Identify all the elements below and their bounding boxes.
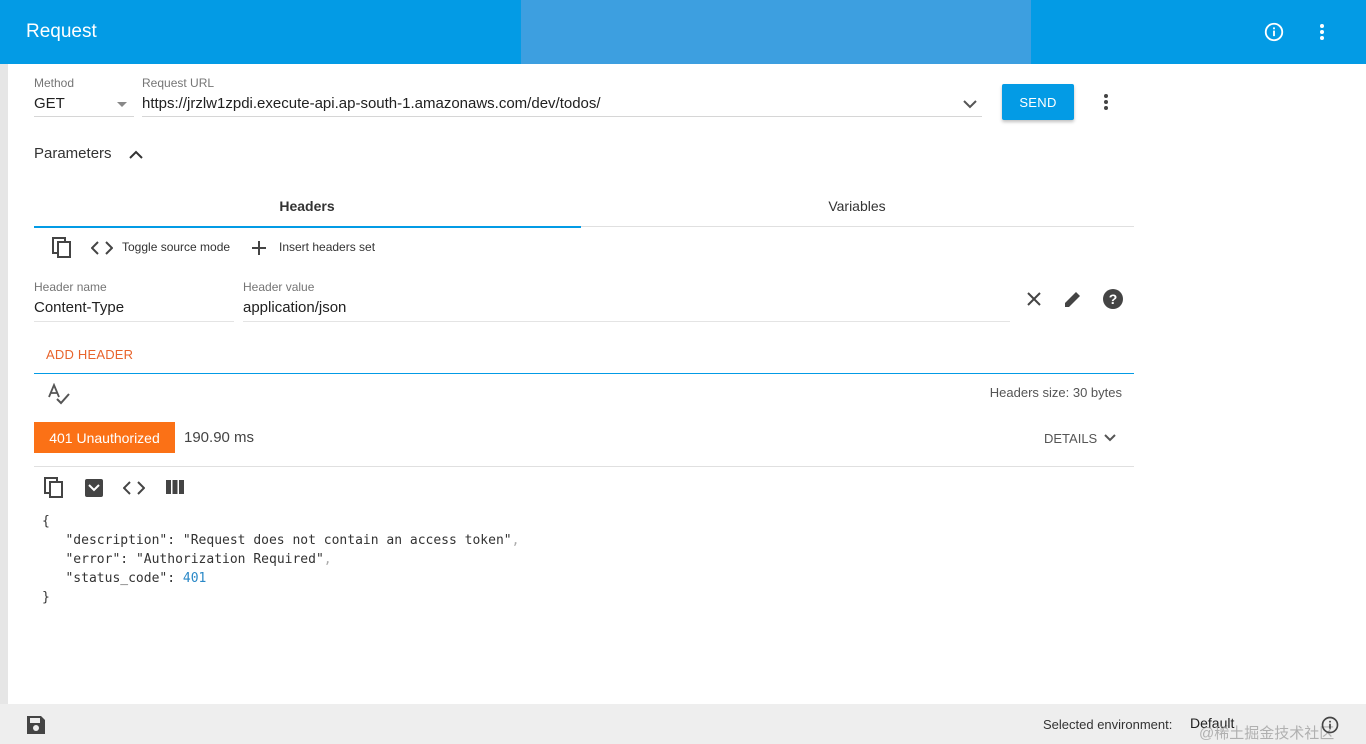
- code-icon[interactable]: [90, 238, 114, 258]
- url-underline: [142, 116, 982, 117]
- close-icon[interactable]: [1023, 288, 1045, 310]
- header-name-label: Header name: [34, 280, 107, 294]
- columns-icon[interactable]: [163, 477, 187, 497]
- plus-icon[interactable]: [249, 238, 269, 258]
- dropdown-arrow-icon[interactable]: [116, 99, 128, 111]
- env-label: Selected environment:: [1043, 717, 1173, 732]
- header-value-label: Header value: [243, 280, 315, 294]
- headers-size: Headers size: 30 bytes: [989, 385, 1122, 400]
- tab-headers[interactable]: Headers: [34, 186, 580, 226]
- header-name-underline: [34, 321, 234, 322]
- response-time: 190.90 ms: [184, 429, 255, 446]
- json-string: "Authorization Required": [135, 552, 324, 567]
- method-label: Method: [34, 76, 75, 90]
- details-chevron-down-icon[interactable]: [1102, 431, 1118, 445]
- header-value-underline: [243, 321, 1010, 322]
- save-icon[interactable]: [25, 714, 47, 736]
- footer-info-icon[interactable]: [1319, 714, 1341, 736]
- json-key: "description": [65, 533, 168, 548]
- send-button[interactable]: SEND: [1002, 84, 1074, 120]
- toggle-source-mode-button[interactable]: Toggle source mode: [122, 240, 230, 254]
- left-scroll-edge: [0, 64, 8, 704]
- json-number: 401: [182, 571, 207, 586]
- app-bar-highlight: [521, 0, 1031, 64]
- tab-variables[interactable]: Variables: [580, 186, 1134, 226]
- parameters-toggle[interactable]: Parameters: [34, 145, 112, 162]
- info-circle-icon[interactable]: [1262, 20, 1286, 44]
- response-body: { "description": "Request does not conta…: [42, 514, 520, 605]
- method-select[interactable]: GET: [34, 95, 65, 112]
- header-name-input[interactable]: Content-Type: [34, 299, 124, 316]
- response-code-icon[interactable]: [122, 478, 146, 498]
- response-divider: [34, 466, 1134, 467]
- footer-bar: Selected environment: Default @稀土掘金技术社区: [0, 704, 1366, 744]
- svg-text:?: ?: [1109, 291, 1118, 307]
- details-button[interactable]: DETAILS: [1044, 431, 1097, 446]
- url-input[interactable]: https://jrzlw1zpdi.execute-api.ap-south-…: [142, 95, 601, 112]
- add-header-button[interactable]: ADD HEADER: [46, 347, 133, 362]
- chevron-down-icon[interactable]: [960, 94, 980, 114]
- help-icon[interactable]: ?: [1102, 288, 1124, 310]
- json-key: "status_code": [65, 571, 168, 586]
- more-vert-icon[interactable]: [1310, 20, 1334, 44]
- spellcheck-icon[interactable]: [46, 383, 72, 405]
- watermark: @稀土掘金技术社区: [1199, 725, 1335, 742]
- response-copy-icon[interactable]: [42, 476, 66, 500]
- insert-headers-set-button[interactable]: Insert headers set: [279, 240, 375, 254]
- copy-icon[interactable]: [50, 236, 74, 260]
- save-to-file-icon[interactable]: [82, 476, 106, 500]
- edit-icon[interactable]: [1062, 288, 1084, 310]
- request-more-vert-icon[interactable]: [1094, 90, 1118, 114]
- tab-divider: [581, 226, 1134, 227]
- method-underline: [34, 116, 134, 117]
- url-label: Request URL: [142, 76, 215, 90]
- headers-divider: [34, 373, 1134, 374]
- json-string: "Request does not contain an access toke…: [182, 533, 512, 548]
- active-tab-indicator: [34, 226, 581, 228]
- page-title: Request: [26, 21, 97, 42]
- json-key: "error": [65, 552, 121, 567]
- header-value-input[interactable]: application/json: [243, 299, 346, 316]
- status-badge: 401 Unauthorized: [34, 422, 175, 453]
- app-bar: Request: [0, 0, 1366, 64]
- chevron-up-icon[interactable]: [127, 146, 145, 162]
